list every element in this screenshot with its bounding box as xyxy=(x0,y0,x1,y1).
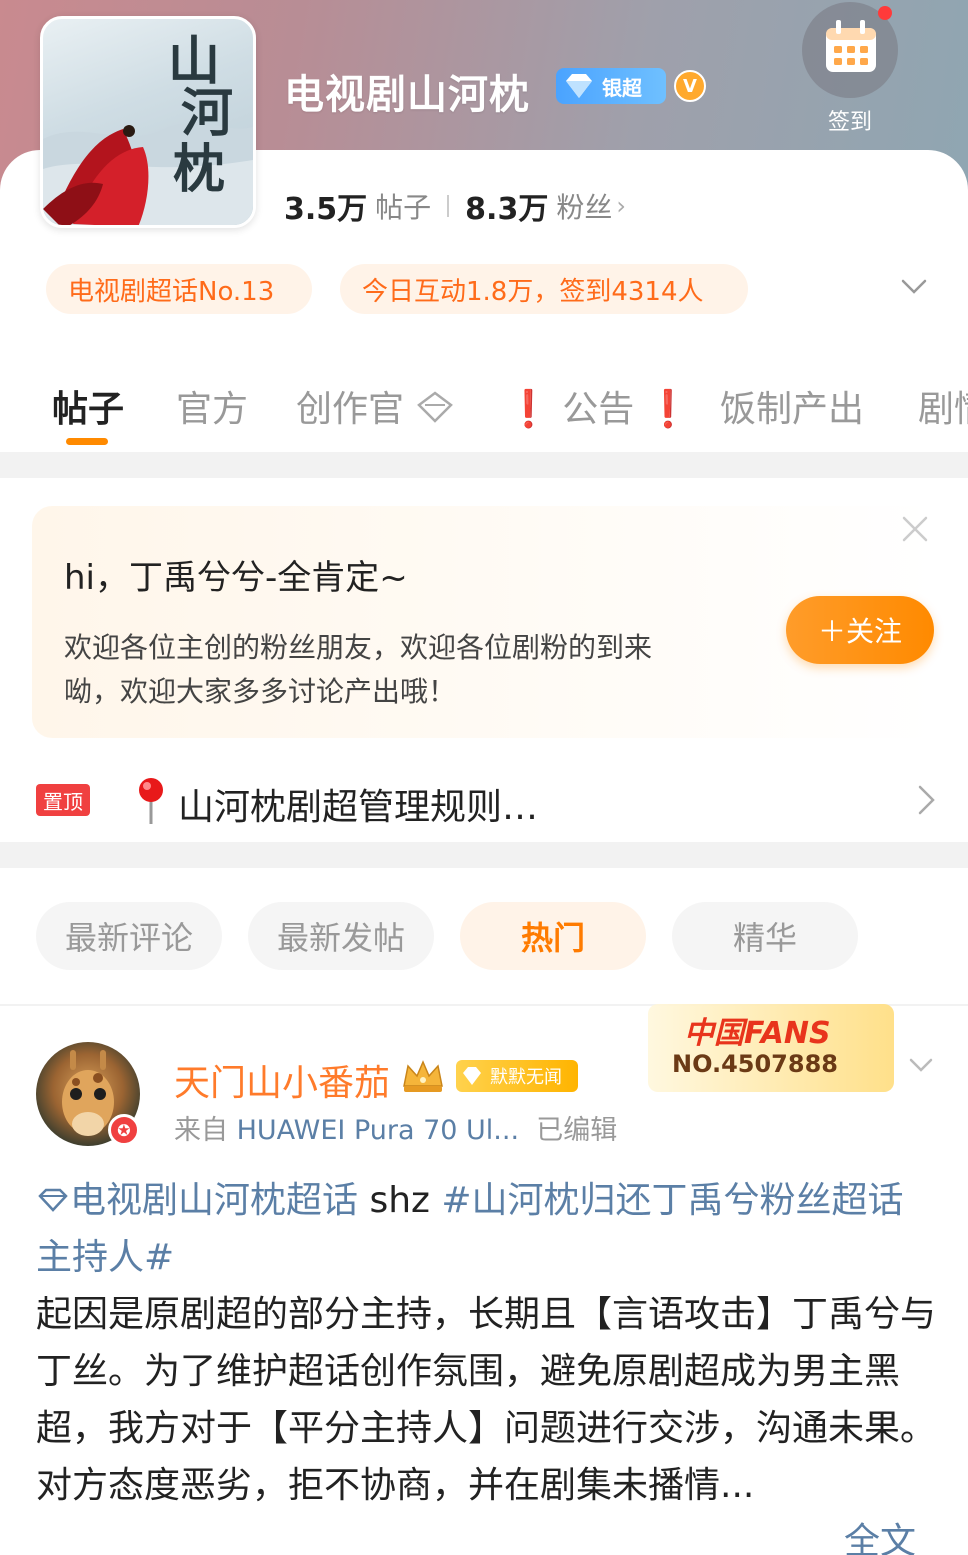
post-plain-text: shz xyxy=(358,1180,442,1221)
user-level-tag[interactable]: 默默无闻 xyxy=(456,1060,578,1092)
filter-hot[interactable]: 热门 xyxy=(460,902,646,970)
user-level-label: 默默无闻 xyxy=(490,1067,562,1088)
post-content: 电视剧山河枕超话 shz #山河枕归还丁禹兮粉丝超话主持人# 起因是原剧超的部分… xyxy=(36,1172,936,1514)
cover-char-2: 河 xyxy=(181,83,233,144)
supertopic-link[interactable]: 电视剧山河枕超话 xyxy=(36,1180,358,1221)
tab-announcement[interactable]: ❗ 公告 ❗ xyxy=(506,380,691,432)
source-device[interactable]: HUAWEI Pura 70 Ul... xyxy=(237,1115,519,1146)
checkin-button[interactable] xyxy=(802,2,898,98)
chevron-down-icon[interactable] xyxy=(906,1050,936,1080)
fans-chevron-icon[interactable]: › xyxy=(616,192,626,220)
source-prefix: 来自 xyxy=(174,1115,237,1146)
section-divider xyxy=(0,842,968,868)
checkin-label[interactable]: 签到 xyxy=(810,104,890,136)
pinned-tag: 置顶 xyxy=(36,784,90,816)
topic-stats: 3.5万 帖子 8.3万 粉丝 › xyxy=(284,184,626,228)
diamond-icon xyxy=(566,74,592,98)
supertopic-diamond-icon xyxy=(38,1188,68,1212)
silver-super-badge[interactable]: 银超 xyxy=(556,68,666,104)
stats-divider xyxy=(447,195,450,217)
today-activity-pill[interactable]: 今日互动1.8万，签到4314人 xyxy=(340,264,748,314)
creator-badge-icon xyxy=(417,391,454,423)
section-divider xyxy=(0,452,968,478)
supertopic-page: 签到 山 河 枕 电视剧山河枕 银超 V 3.5万 帖子 8.3万 粉丝 › 电… xyxy=(0,0,968,1555)
filter-latest-comments[interactable]: 最新评论 xyxy=(36,902,222,970)
edited-label: 已编辑 xyxy=(536,1115,618,1146)
page-title: 电视剧山河枕 xyxy=(284,72,530,118)
tab-plot[interactable]: 剧情 xyxy=(918,380,968,432)
supertopic-label: 电视剧山河枕超话 xyxy=(70,1180,359,1221)
read-more-link[interactable]: 全文 xyxy=(844,1512,916,1555)
fans-badge-title: 中国FANS xyxy=(684,1016,831,1051)
exclamation-icon: ❗ xyxy=(645,389,691,430)
tab-posts[interactable]: 帖子 xyxy=(52,380,124,432)
chevron-right-icon[interactable] xyxy=(912,782,940,818)
welcome-greeting: hi，丁禹兮兮-全肯定~ xyxy=(64,558,408,598)
fans-count[interactable]: 8.3万 xyxy=(465,184,548,228)
pinned-title[interactable]: 山河枕剧超管理规则… xyxy=(178,778,538,830)
verified-icon: V xyxy=(674,70,706,102)
tab-official[interactable]: 官方 xyxy=(176,380,248,432)
posts-label: 帖子 xyxy=(375,191,432,224)
fans-label[interactable]: 粉丝 xyxy=(556,186,612,226)
chevron-down-icon[interactable] xyxy=(898,270,930,302)
filter-latest-posts[interactable]: 最新发帖 xyxy=(248,902,434,970)
welcome-message: 欢迎各位主创的粉丝朋友，欢迎各位剧粉的到来呦，欢迎大家多多讨论产出哦！ xyxy=(64,631,653,708)
exclamation-icon: ❗ xyxy=(506,389,551,430)
section-tabs: 帖子 官方 创作官 ❗ 公告 ❗ 饭制产出 剧情 xyxy=(0,370,968,450)
cover-artwork: 山 河 枕 xyxy=(43,31,253,225)
ranking-pill[interactable]: 电视剧超话No.13 xyxy=(46,264,312,314)
tab-creator[interactable]: 创作官 xyxy=(296,380,455,432)
fans-badge-number: NO.4507888 xyxy=(672,1050,838,1078)
active-tab-indicator xyxy=(66,438,108,445)
cover-char-3: 枕 xyxy=(173,139,225,200)
post-paragraph-1: 起因是原剧超的部分主持，长期且【言语攻击】丁禹兮与丁丝。为了维护超话创作氛围，避… xyxy=(36,1294,937,1449)
post-username[interactable]: 天门山小番茄 xyxy=(174,1054,390,1106)
post-paragraph-2: 对方态度恶劣，拒不协商，并在剧集未播情... xyxy=(36,1465,755,1506)
pushpin-icon xyxy=(139,778,163,824)
posts-count: 3.5万 xyxy=(284,192,368,227)
topic-cover-image[interactable]: 山 河 枕 xyxy=(40,16,256,228)
rank-badge-label: 银超 xyxy=(602,75,642,100)
notification-dot xyxy=(878,6,892,20)
pinned-post-row[interactable]: 置顶 山河枕剧超管理规则… xyxy=(0,760,968,840)
tab-creator-label: 创作官 xyxy=(296,389,405,430)
follow-button[interactable]: ＋关注 xyxy=(786,596,934,664)
crown-icon xyxy=(403,1060,443,1092)
filter-featured[interactable]: 精华 xyxy=(672,902,858,970)
close-icon[interactable] xyxy=(900,514,930,544)
tab-announcement-label: 公告 xyxy=(562,389,635,430)
diamond-icon xyxy=(463,1067,481,1085)
member-badge-icon: ✪ xyxy=(108,1114,140,1146)
tab-fan-works[interactable]: 饭制产出 xyxy=(720,380,864,432)
post-source: 来自 HUAWEI Pura 70 Ul... 已编辑 xyxy=(174,1108,617,1147)
